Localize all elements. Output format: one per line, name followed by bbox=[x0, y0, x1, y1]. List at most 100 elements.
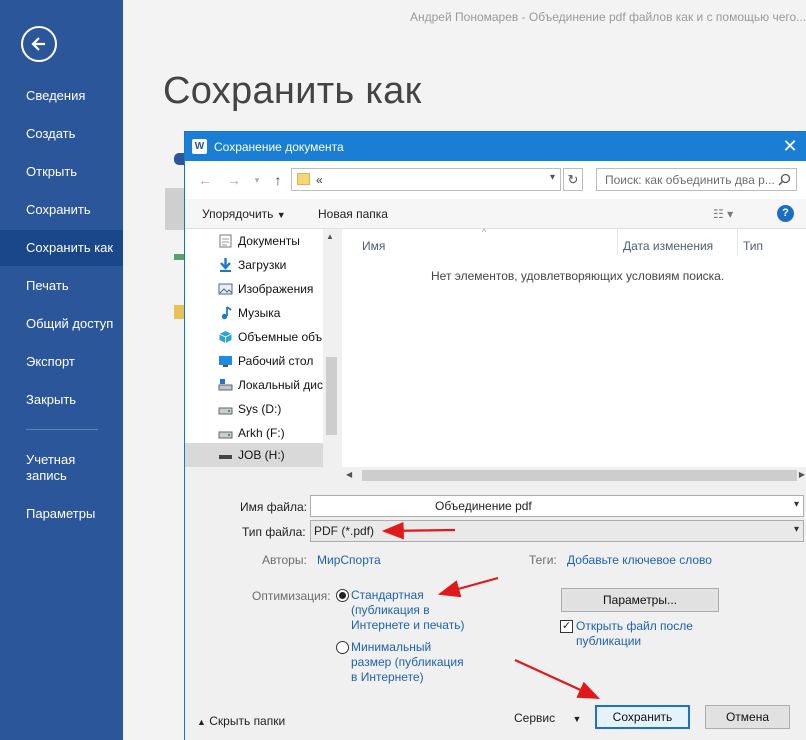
local-disk-icon bbox=[218, 379, 233, 391]
chevron-down-icon[interactable]: ▾ bbox=[794, 524, 799, 535]
drive-icon bbox=[219, 455, 232, 459]
column-type[interactable]: Тип bbox=[743, 239, 763, 253]
filename-field[interactable]: Объединение pdf ▾ bbox=[310, 495, 804, 517]
scroll-up-icon[interactable]: ▲ bbox=[326, 232, 334, 241]
tree-item-label: Загрузки bbox=[238, 258, 287, 272]
tree-item-label: JOB (H:) bbox=[238, 448, 285, 462]
3d-objects-icon bbox=[219, 331, 232, 343]
column-divider bbox=[737, 229, 738, 255]
window-title: Андрей Пономарев - Объединение pdf файло… bbox=[410, 10, 806, 24]
word-icon: W bbox=[192, 139, 207, 154]
file-list-scroll-thumb[interactable] bbox=[362, 470, 797, 481]
organize-button[interactable]: Упорядочить ▼ bbox=[202, 207, 286, 221]
tree-item-local-disk[interactable]: Локальный дис bbox=[216, 373, 331, 397]
scroll-right-icon[interactable]: ▶ bbox=[799, 470, 805, 479]
chevron-down-icon: ▼ bbox=[572, 714, 582, 724]
backstage-save[interactable]: Сохранить bbox=[0, 192, 123, 228]
scroll-left-icon[interactable]: ◀ bbox=[346, 470, 352, 479]
radio-standard[interactable] bbox=[336, 589, 349, 602]
backstage-share[interactable]: Общий доступ bbox=[0, 306, 123, 342]
tags-input[interactable]: Добавьте ключевое слово bbox=[567, 553, 712, 568]
chevron-down-icon[interactable]: ▾ bbox=[550, 172, 555, 183]
opt-standard-label[interactable]: Стандартная (публикация в Интернете и пе… bbox=[351, 588, 464, 633]
tree-item-sys-d[interactable]: Sys (D:) bbox=[216, 397, 331, 421]
backstage-print[interactable]: Печать bbox=[0, 268, 123, 304]
save-place-highlight bbox=[165, 188, 184, 230]
pictures-icon bbox=[218, 283, 233, 295]
onedrive-icon bbox=[174, 153, 184, 165]
recent-dropdown-icon[interactable]: ▾ bbox=[248, 171, 266, 189]
filetype-select[interactable]: PDF (*.pdf) ▾ bbox=[310, 520, 804, 542]
opt-standard-line: Стандартная bbox=[351, 588, 424, 602]
navigation-tree: Документы Загрузки Изображения Музыка Об… bbox=[185, 229, 340, 467]
tree-scrollbar[interactable]: ▲ bbox=[323, 229, 340, 467]
hide-folders-button[interactable]: ▲ Скрыть папки bbox=[197, 714, 285, 728]
desktop-icon bbox=[219, 356, 232, 367]
backstage-export[interactable]: Экспорт bbox=[0, 344, 123, 380]
backstage-close[interactable]: Закрыть bbox=[0, 382, 123, 418]
documents-icon bbox=[219, 234, 232, 248]
file-list-scrollbar[interactable]: ◀ ▶ bbox=[342, 467, 806, 484]
backstage-new[interactable]: Создать bbox=[0, 116, 123, 152]
search-input[interactable]: Поиск: как объединить два р... bbox=[596, 168, 797, 191]
up-arrow-icon[interactable]: ↑ bbox=[269, 171, 287, 189]
tree-scroll-thumb[interactable] bbox=[326, 357, 337, 435]
address-bar[interactable]: « ▾ bbox=[291, 168, 561, 191]
drive-icon bbox=[218, 431, 233, 439]
open-after-checkbox[interactable]: ✓ bbox=[560, 620, 573, 633]
authors-value[interactable]: МирСпорта bbox=[317, 553, 381, 568]
filetype-label: Тип файла: bbox=[242, 525, 306, 539]
backstage-options[interactable]: Параметры bbox=[0, 496, 123, 532]
service-button[interactable]: Сервис ▼ bbox=[514, 711, 581, 725]
hide-folders-label: Скрыть папки bbox=[209, 714, 286, 728]
column-name[interactable]: Имя bbox=[362, 239, 385, 253]
tree-item-job-h[interactable]: JOB (H:) bbox=[185, 443, 323, 467]
page-title: Сохранить как bbox=[163, 70, 422, 112]
tree-item-label: Локальный дис bbox=[238, 378, 323, 392]
music-icon bbox=[221, 306, 232, 320]
chevron-down-icon[interactable]: ▾ bbox=[794, 499, 799, 510]
tree-item-pictures[interactable]: Изображения bbox=[216, 277, 331, 301]
tree-item-label: Документы bbox=[238, 234, 300, 248]
search-icon bbox=[778, 173, 791, 186]
opt-standard-line: Интернете и печать) bbox=[351, 618, 465, 632]
tree-item-documents[interactable]: Документы bbox=[216, 229, 331, 253]
new-folder-button[interactable]: Новая папка bbox=[318, 207, 388, 221]
drive-icon bbox=[218, 407, 233, 415]
save-button[interactable]: Сохранить bbox=[595, 705, 690, 729]
tree-item-downloads[interactable]: Загрузки bbox=[216, 253, 331, 277]
column-date[interactable]: Дата изменения bbox=[623, 239, 713, 253]
cancel-button[interactable]: Отмена bbox=[705, 705, 790, 729]
dialog-toolbar: Упорядочить ▼ Новая папка ☷ ▾ ? bbox=[185, 199, 806, 229]
open-after-label[interactable]: Открыть файл после публикации bbox=[576, 619, 693, 649]
backstage-save-as[interactable]: Сохранить как bbox=[0, 230, 123, 266]
tree-item-desktop[interactable]: Рабочий стол bbox=[216, 349, 331, 373]
filename-value: Объединение pdf bbox=[435, 499, 532, 513]
empty-message: Нет элементов, удовлетворяющих условиям … bbox=[431, 269, 725, 283]
open-after-line: Открыть файл после bbox=[576, 619, 693, 633]
view-options-icon[interactable]: ☷ ▾ bbox=[713, 207, 733, 221]
back-button[interactable] bbox=[21, 26, 57, 62]
refresh-icon[interactable]: ↻ bbox=[563, 168, 583, 191]
tags-label: Теги: bbox=[529, 553, 557, 567]
forward-arrow-icon[interactable]: → bbox=[225, 171, 243, 189]
backstage-account[interactable]: Учетная запись bbox=[0, 450, 123, 486]
help-icon[interactable]: ? bbox=[777, 205, 794, 222]
backstage-info[interactable]: Сведения bbox=[0, 78, 123, 114]
tree-item-label: Изображения bbox=[238, 282, 314, 296]
backstage-divider bbox=[26, 429, 98, 430]
tree-item-3d-objects[interactable]: Объемные объ bbox=[216, 325, 331, 349]
back-arrow-icon[interactable]: ← bbox=[196, 171, 214, 189]
tree-item-label: Arkh (F:) bbox=[238, 426, 285, 440]
close-icon[interactable]: ✕ bbox=[779, 135, 801, 157]
tree-item-music[interactable]: Музыка bbox=[216, 301, 331, 325]
arrow-left-icon bbox=[31, 37, 45, 51]
tree-item-arkh-f[interactable]: Arkh (F:) bbox=[216, 421, 331, 445]
opt-minimal-label[interactable]: Минимальный размер (публикация в Интерне… bbox=[351, 640, 464, 685]
opt-standard-line: (публикация в bbox=[351, 603, 430, 617]
radio-minimal[interactable] bbox=[336, 641, 349, 654]
tree-item-label: Sys (D:) bbox=[238, 402, 282, 416]
place-icon bbox=[174, 254, 184, 260]
backstage-open[interactable]: Открыть bbox=[0, 154, 123, 190]
params-button[interactable]: Параметры... bbox=[561, 588, 719, 612]
